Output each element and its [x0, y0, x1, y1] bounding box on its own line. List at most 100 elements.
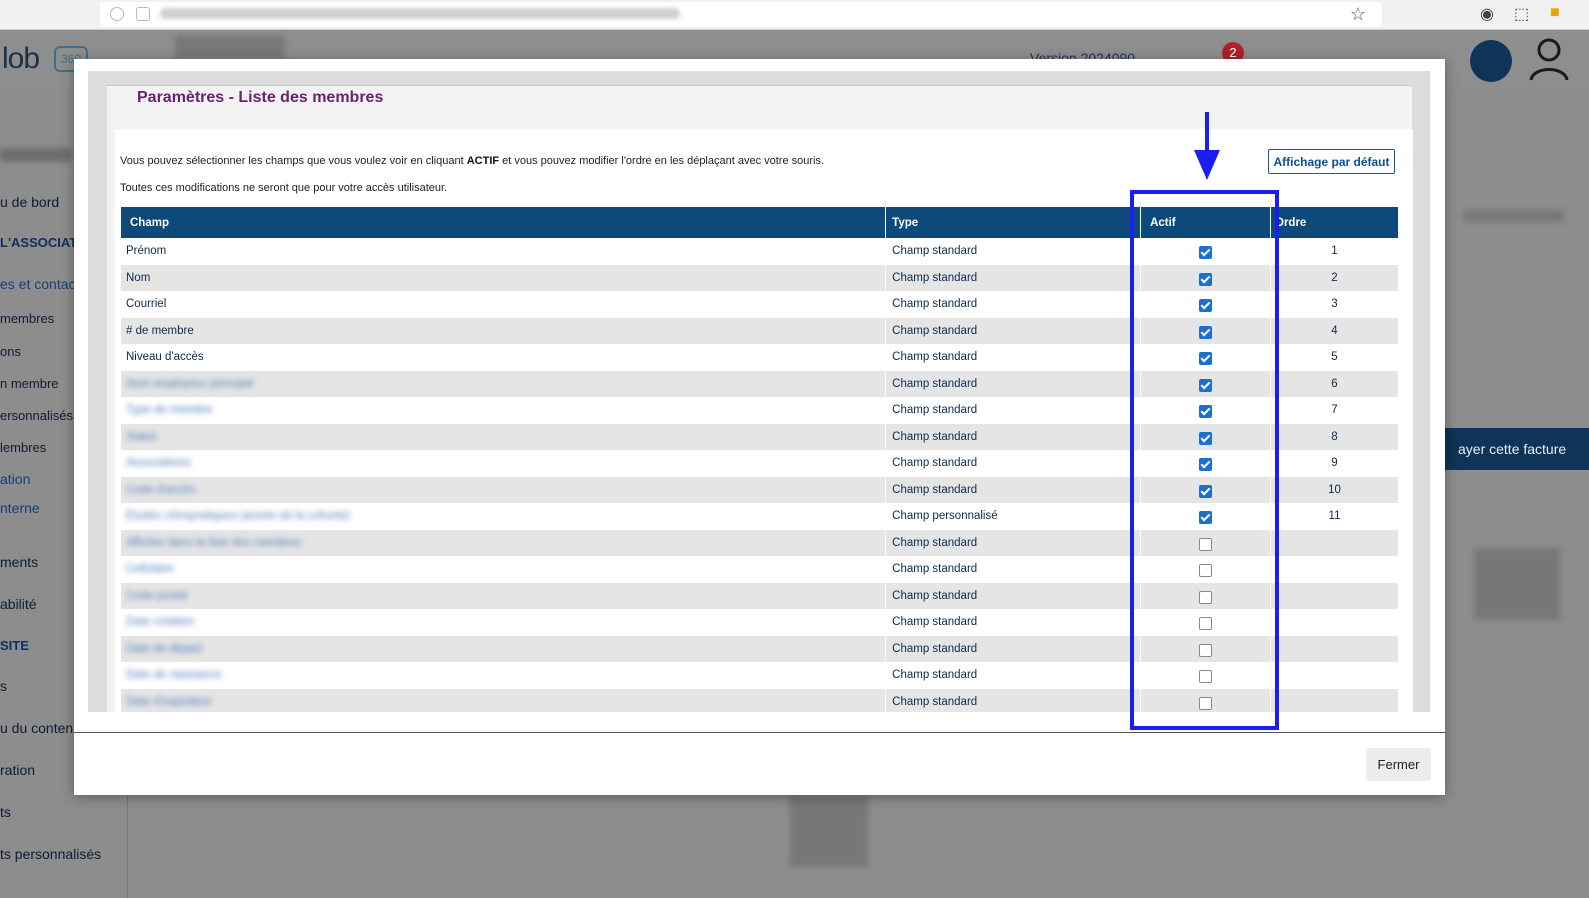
url-bar[interactable]: ☆ [100, 2, 1382, 27]
field-name-cell: Date création [121, 609, 887, 636]
table-row[interactable]: Type de membre Champ standard 7 [121, 397, 1399, 424]
user-avatar-icon[interactable] [1528, 36, 1570, 82]
sidebar-item-member[interactable]: n membre [0, 376, 59, 391]
profile-sync-icon[interactable]: ◉ [1480, 4, 1494, 24]
actif-cell [1140, 582, 1272, 609]
field-name-cell: Courriel [121, 291, 887, 318]
field-type-cell: Champ standard [885, 370, 1142, 397]
sidebar-item-custom-2[interactable]: ts personnalisés [0, 846, 101, 862]
info-icon[interactable] [110, 7, 124, 21]
field-name: Code d'accès [126, 483, 196, 496]
actif-checkbox-checked[interactable] [1199, 431, 1213, 445]
actif-checkbox-unchecked[interactable] [1199, 617, 1213, 631]
table-row[interactable]: Associations Champ standard 9 [121, 450, 1399, 477]
sidebar-item-content[interactable]: u du contenu [0, 720, 81, 736]
pay-invoice-button[interactable]: ayer cette facture [1444, 428, 1589, 470]
table-row[interactable]: Cellulaire Champ standard [121, 556, 1399, 583]
table-row[interactable]: Nom employeur principal Champ standard 6 [121, 370, 1399, 397]
sidebar-item-ation[interactable]: ation [0, 471, 30, 487]
actif-checkbox-unchecked[interactable] [1199, 696, 1213, 710]
table-row[interactable]: # de membre Champ standard 4 [121, 317, 1399, 344]
order-cell [1270, 529, 1399, 556]
actif-checkbox-checked[interactable] [1199, 299, 1213, 313]
sidebar-item-accounting[interactable]: abilité [0, 596, 37, 612]
actif-checkbox-checked[interactable] [1199, 352, 1213, 366]
table-row[interactable]: Date de naissance Champ standard [121, 662, 1399, 689]
sidebar-item-ments[interactable]: ments [0, 554, 38, 570]
table-row[interactable]: Études chiropratiques (année de la cohor… [121, 503, 1399, 530]
actif-checkbox-checked[interactable] [1199, 405, 1213, 419]
table-row[interactable]: Statut Champ standard 8 [121, 423, 1399, 450]
field-name: Afficher dans la liste des membres [126, 536, 302, 549]
column-header-actif[interactable]: Actif [1140, 207, 1272, 238]
header-blurred-item [175, 36, 285, 58]
table-row[interactable]: Afficher dans la liste des membres Champ … [121, 529, 1399, 556]
download-badge-icon[interactable]: ■ [1550, 4, 1560, 22]
sidebar-item-contacts[interactable]: es et contac [0, 276, 76, 292]
actif-checkbox-checked[interactable] [1199, 272, 1213, 286]
field-name: Études chiropratiques (année de la cohor… [126, 510, 350, 523]
actif-cell [1140, 662, 1272, 689]
modal-title: Paramètres - Liste des membres [134, 89, 387, 107]
column-header-champ[interactable]: Champ [121, 207, 887, 238]
extensions-icon[interactable]: ⬚ [1514, 4, 1529, 24]
actif-checkbox-unchecked[interactable] [1199, 564, 1213, 578]
actif-checkbox-unchecked[interactable] [1199, 670, 1213, 684]
fields-table: Champ Type Actif Ordre Prénom Champ stand… [121, 207, 1399, 712]
field-type-cell: Champ standard [885, 317, 1142, 344]
lock-icon[interactable] [136, 7, 150, 21]
actif-checkbox-checked[interactable] [1199, 378, 1213, 392]
actif-checkbox-unchecked[interactable] [1199, 537, 1213, 551]
column-header-type[interactable]: Type [885, 207, 1142, 238]
actif-checkbox-checked[interactable] [1199, 511, 1213, 525]
table-row[interactable]: Date d'expiration Champ standard [121, 688, 1399, 712]
sidebar-item-ts[interactable]: ts [0, 804, 11, 820]
field-type-cell: Champ standard [885, 609, 1142, 636]
field-name-cell: Date de départ [121, 635, 887, 662]
order-cell: 8 [1270, 423, 1399, 450]
lightbulb-icon[interactable] [1470, 40, 1512, 82]
field-name: Courriel [126, 298, 167, 311]
field-name: Date création [126, 616, 195, 629]
sidebar-item-custom[interactable]: ersonnalisés [0, 408, 73, 423]
actif-cell [1140, 529, 1272, 556]
field-type-cell: Champ standard [885, 635, 1142, 662]
actif-checkbox-checked[interactable] [1199, 484, 1213, 498]
actif-cell [1140, 370, 1272, 397]
table-row[interactable]: Prénom Champ standard 1 [121, 238, 1399, 265]
field-type-cell: Champ standard [885, 662, 1142, 689]
actif-cell [1140, 503, 1272, 530]
actif-checkbox-checked[interactable] [1199, 246, 1213, 260]
actif-checkbox-unchecked[interactable] [1199, 590, 1213, 604]
sidebar-item-members[interactable]: membres [0, 311, 54, 326]
sidebar-item-ons[interactable]: ons [0, 344, 21, 359]
column-header-ordre[interactable]: Ordre [1270, 207, 1399, 238]
sidebar-item-members-2[interactable]: lembres [0, 440, 46, 455]
actif-checkbox-unchecked[interactable] [1199, 643, 1213, 657]
default-display-button[interactable]: Affichage par défaut [1268, 149, 1395, 174]
sidebar-item-s[interactable]: s [0, 678, 7, 694]
table-row[interactable]: Niveau d'accès Champ standard 5 [121, 344, 1399, 371]
field-name: Date d'expiration [126, 695, 212, 708]
field-name: Cellulaire [126, 563, 174, 576]
table-row[interactable]: Courriel Champ standard 3 [121, 291, 1399, 318]
table-row[interactable]: Code d'accès Champ standard 10 [121, 476, 1399, 503]
field-name: Associations [126, 457, 191, 470]
actif-checkbox-checked[interactable] [1199, 458, 1213, 472]
field-type-cell: Champ standard [885, 556, 1142, 583]
actif-checkbox-checked[interactable] [1199, 325, 1213, 339]
field-name-cell: Code d'accès [121, 476, 887, 503]
table-row[interactable]: Nom Champ standard 2 [121, 264, 1399, 291]
table-row[interactable]: Date création Champ standard [121, 609, 1399, 636]
bookmark-star-icon[interactable]: ☆ [1350, 4, 1366, 25]
table-row[interactable]: Code postal Champ standard [121, 582, 1399, 609]
close-button[interactable]: Fermer [1366, 748, 1431, 781]
sidebar-item-configuration[interactable]: ration [0, 762, 35, 778]
table-row[interactable]: Date de départ Champ standard [121, 635, 1399, 662]
sidebar-item-dashboard[interactable]: u de bord [0, 194, 59, 210]
sidebar-item-internal[interactable]: nterne [0, 500, 40, 516]
settings-modal: Paramètres - Liste des membres Vous pouv… [74, 59, 1445, 795]
field-name: Statut [126, 430, 157, 443]
field-type-cell: Champ standard [885, 529, 1142, 556]
field-type-cell: Champ standard [885, 238, 1142, 265]
